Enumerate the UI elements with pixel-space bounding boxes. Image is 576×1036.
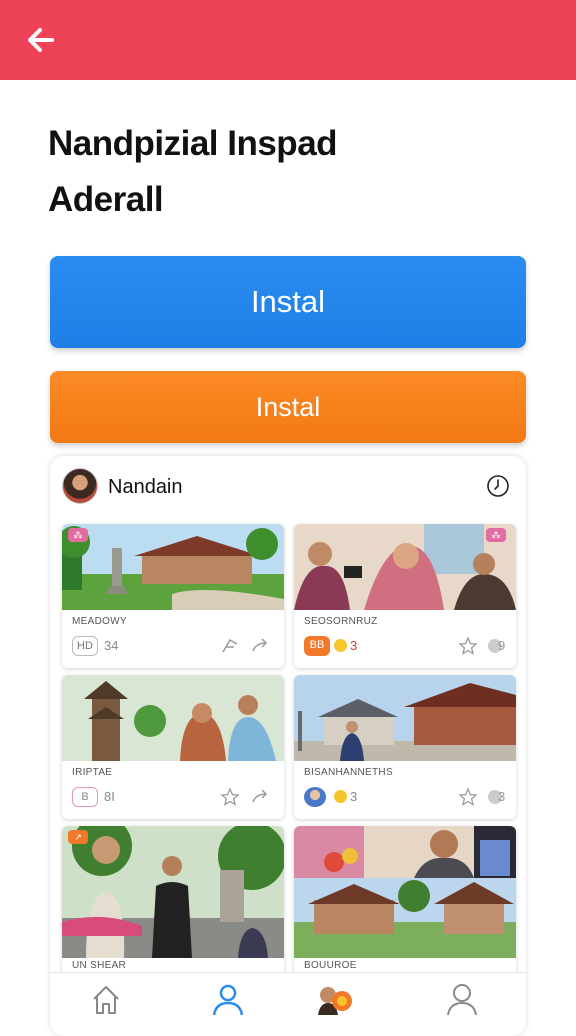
park-monument-image: [62, 524, 284, 610]
forward-icon[interactable]: [250, 636, 270, 656]
tile-count: 8I: [104, 789, 115, 804]
bottom-nav: [50, 972, 526, 1024]
tile-badge: ↗: [68, 830, 88, 844]
feed-card: Nandain ⁂ MEADOWY HD 34 ⁂ SEOSORNRUZ BB …: [50, 456, 526, 1036]
tile-footer: B 8I: [72, 787, 276, 807]
avatar[interactable]: [62, 468, 98, 504]
tile-footer: HD 34: [72, 636, 276, 656]
install-button-primary[interactable]: Instal: [50, 256, 526, 348]
tile-tag: B: [72, 787, 98, 807]
home-icon[interactable]: [86, 981, 126, 1017]
tile-badge: ⁂: [68, 528, 88, 542]
tile-caption: BOUUROE: [304, 960, 357, 971]
friends-icon[interactable]: [314, 981, 354, 1017]
tile-tag: BB: [304, 636, 330, 656]
tile-badge: ⁂: [486, 528, 506, 542]
collage-image: [294, 826, 516, 958]
tile-count: 3: [350, 789, 358, 804]
page-title: Nandpizial Inspad Aderall: [48, 116, 528, 228]
couple-tower-image: [62, 675, 284, 761]
tile-caption: IRIPTAE: [72, 767, 113, 778]
page-title-line-1: Nandpizial Inspad: [48, 124, 338, 163]
page-title-line-2: Aderall: [48, 180, 164, 219]
village-house-image: [294, 675, 516, 761]
feed-tile[interactable]: ⁂ MEADOWY HD 34: [62, 524, 284, 668]
smile-emoji-icon: [334, 639, 347, 652]
clock-icon[interactable]: [486, 474, 510, 498]
avatar: [304, 787, 326, 807]
smile-emoji-icon: [334, 790, 347, 803]
tile-count: 34: [104, 638, 119, 653]
user-icon[interactable]: [442, 981, 482, 1017]
garden-statue-image: [62, 826, 284, 958]
install-button-secondary[interactable]: Instal: [50, 371, 526, 443]
feed-tile[interactable]: ⁂ SEOSORNRUZ BB 3 9: [294, 524, 516, 668]
feed-tile[interactable]: ↗ UN SHEAR: [62, 826, 284, 976]
feed-card-header: Nandain: [50, 456, 526, 518]
tile-caption: BISANHANNETHS: [304, 767, 393, 778]
arrow-left-icon[interactable]: [22, 20, 62, 60]
feed-user-name: Nandain: [108, 476, 183, 498]
chat-count: 9: [498, 638, 506, 653]
tile-caption: UN SHEAR: [72, 960, 127, 971]
tile-footer: BB 3 9: [304, 636, 508, 656]
tile-caption: SEOSORNRUZ: [304, 616, 378, 627]
tile-footer: 3 3: [304, 787, 508, 807]
feed-tile[interactable]: IRIPTAE B 8I: [62, 675, 284, 819]
feed-tile[interactable]: BOUUROE: [294, 826, 516, 976]
tile-caption: MEADOWY: [72, 616, 127, 627]
tile-tag: HD: [72, 636, 98, 656]
feed-tile[interactable]: BISANHANNETHS 3 3: [294, 675, 516, 819]
tile-count: 3: [350, 638, 358, 653]
forward-icon[interactable]: [250, 787, 270, 807]
top-app-bar: [0, 0, 576, 80]
star-icon[interactable]: [220, 787, 240, 807]
star-icon[interactable]: [458, 787, 478, 807]
people-taking-photo-image: [294, 524, 516, 610]
share-icon[interactable]: [220, 636, 240, 656]
star-icon[interactable]: [458, 636, 478, 656]
profile-icon[interactable]: [208, 981, 248, 1017]
chat-count: 3: [498, 789, 506, 804]
